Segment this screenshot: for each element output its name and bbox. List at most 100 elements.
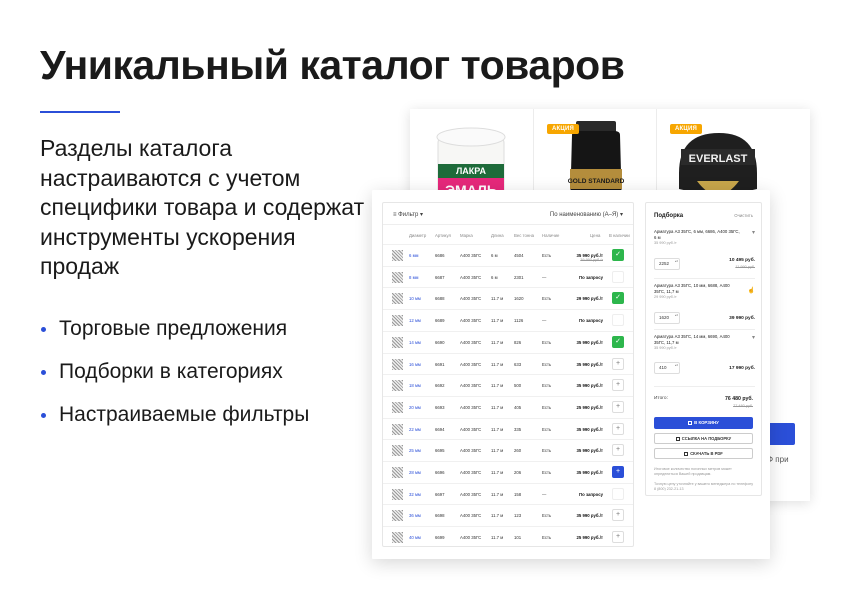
selection-item: Арматура А3 35ГС, 10 мм, 6688, А400 35ГС… <box>654 283 755 324</box>
chevron-down-icon[interactable]: ▾ <box>752 334 755 341</box>
table-row[interactable]: 25 мм 6695 А400 35ГС 11.7 м 260 Есть 35 990 ру… <box>383 439 633 461</box>
cell-price: 35 990 руб./т <box>576 339 603 345</box>
cell-diameter[interactable]: 22 мм <box>409 427 421 432</box>
divider <box>654 329 755 330</box>
table-row[interactable]: 28 мм 6696 А400 35ГС 11.7 м 206 Есть 35 990 ру… <box>383 461 633 483</box>
cell-weight: 405 <box>514 404 522 410</box>
add-to-selection-button[interactable]: + <box>612 466 624 478</box>
manager-note: Точную цену уточняйте у вашего менеджера… <box>654 482 754 491</box>
cell-article: 6695 <box>435 448 445 454</box>
added-check-icon[interactable]: ✓ <box>612 335 624 348</box>
filter-button[interactable]: ≡ Фильтр ▾ <box>393 211 423 218</box>
table-row[interactable]: 14 мм 6690 А400 35ГС 11.7 м 826 Есть 35 990 ру… <box>383 330 633 353</box>
download-pdf-button[interactable]: СКАЧАТЬ В PDF <box>654 448 753 459</box>
add-to-selection-button[interactable]: + <box>612 509 624 522</box>
cell-mark: А400 35ГС <box>460 274 482 280</box>
selection-item: Арматура А3 35ГС, 6 мм, 6686, А400 35ГС,… <box>654 229 755 270</box>
cell-diameter[interactable]: 20 мм <box>409 405 421 410</box>
product-text-tail: Ф при <box>767 455 789 464</box>
added-check-icon[interactable]: ✓ <box>612 249 624 261</box>
item-unit-price: 35 990 руб./т <box>654 241 677 246</box>
cell-diameter[interactable]: 6 мм <box>409 253 419 258</box>
rebar-thumbnail <box>392 336 403 348</box>
selection-title: Подборка <box>654 213 684 219</box>
cell-diameter[interactable]: 10 мм <box>409 296 421 301</box>
header-weight[interactable]: Вес тонна <box>514 233 534 238</box>
disabled-add-button <box>612 487 624 500</box>
add-to-selection-button[interactable]: + <box>612 400 624 413</box>
header-price[interactable]: Цена <box>590 233 600 238</box>
item-name: Арматура А3 35ГС, 10 мм, 6688, А400 35ГС… <box>654 283 730 294</box>
cell-diameter[interactable]: 8 мм <box>409 275 419 280</box>
quantity-stepper[interactable]: 410 <box>654 362 680 374</box>
cell-availability: Есть <box>542 535 552 541</box>
cursor-hand-icon: ☝ <box>747 288 755 294</box>
cell-price: 29 990 руб./т <box>576 296 603 302</box>
cell-mark: А400 35ГС <box>460 513 482 519</box>
cell-length: 11.7 м <box>491 404 504 410</box>
cell-length: 11.7 м <box>491 318 504 324</box>
cell-diameter[interactable]: 28 мм <box>409 470 421 475</box>
header-article[interactable]: Артикул <box>435 233 451 238</box>
chevron-down-icon[interactable]: ▾ <box>752 229 755 236</box>
header-mark[interactable]: Марка <box>460 233 473 238</box>
header-diameter[interactable]: Диаметр <box>409 233 426 238</box>
table-row[interactable]: 6 мм 6686 А400 35ГС 6 м 4504 Есть 35 990 руб./… <box>383 244 633 266</box>
cell-diameter[interactable]: 36 мм <box>409 513 421 518</box>
added-check-icon[interactable]: ✓ <box>612 292 624 305</box>
catalog-table: ≡ Фильтр ▾ По наименованию (А–Я) ▾ Диаме… <box>382 202 634 547</box>
add-to-selection-button[interactable]: + <box>612 357 624 370</box>
clear-selection-link[interactable]: Очистить <box>734 213 753 218</box>
cell-diameter[interactable]: 40 мм <box>409 535 421 540</box>
cell-article: 6697 <box>435 491 445 497</box>
cell-availability: Есть <box>542 253 552 258</box>
cell-price: 35 990 руб./т <box>576 383 603 389</box>
cell-diameter[interactable]: 16 мм <box>409 362 421 367</box>
disabled-add-button <box>612 270 624 283</box>
table-row[interactable]: 22 мм 6694 А400 35ГС 11.7 м 335 Есть 35 990 ру… <box>383 417 633 440</box>
rebar-thumbnail <box>392 510 403 522</box>
cell-mark: А400 35ГС <box>460 491 482 497</box>
table-row[interactable]: 32 мм 6697 А400 35ГС 11.7 м 158 — По запросу <box>383 482 633 505</box>
cell-length: 11.7 м <box>491 491 504 497</box>
item-price: 17 990 руб. <box>729 366 755 371</box>
item-unit-price: 29 990 руб./т <box>654 295 677 300</box>
table-row[interactable]: 20 мм 6693 А400 35ГС 11.7 м 405 Есть 25 990 ру… <box>383 395 633 418</box>
selection-note: Итоговое количество погонных метров може… <box>654 467 732 476</box>
cell-price: 35 990 руб./т <box>576 470 603 475</box>
header-availability[interactable]: Наличие <box>542 233 559 238</box>
cell-article: 6690 <box>435 339 445 345</box>
header-length[interactable]: Длина <box>491 233 504 238</box>
cell-article: 6686 <box>435 253 445 258</box>
cell-diameter[interactable]: 32 мм <box>409 492 421 497</box>
quantity-stepper[interactable]: 1620 <box>654 312 680 324</box>
table-row[interactable]: 16 мм 6691 А400 35ГС 11.7 м 633 Есть 35 990 ру… <box>383 352 633 375</box>
cell-price: 35 990 руб./т <box>576 448 603 454</box>
cell-diameter[interactable]: 12 мм <box>409 318 421 323</box>
table-row[interactable]: 40 мм 6699 А400 35ГС 11.7 м 101 Есть 25 990 ру… <box>383 526 633 546</box>
disabled-add-button <box>612 314 624 327</box>
cell-availability: — <box>542 274 547 280</box>
cell-diameter[interactable]: 14 мм <box>409 340 421 345</box>
add-to-selection-button[interactable]: + <box>612 531 624 544</box>
cell-availability: — <box>542 491 547 497</box>
cell-diameter[interactable]: 18 мм <box>409 383 421 388</box>
quantity-stepper[interactable]: 2252 <box>654 258 680 270</box>
table-row[interactable]: 18 мм 6692 А400 35ГС 11.7 м 500 Есть 35 990 ру… <box>383 374 633 396</box>
cell-availability: Есть <box>542 296 552 302</box>
header-in-stock[interactable]: В наличии <box>609 233 630 238</box>
feature-item: Подборки в категориях <box>40 356 340 387</box>
sort-select[interactable]: По наименованию (А–Я) ▾ <box>550 211 623 218</box>
cell-article: 6689 <box>435 318 445 324</box>
table-row[interactable]: 8 мм 6687 А400 35ГС 6 м 2301 — По запросу <box>383 265 633 288</box>
copy-link-button[interactable]: ССЫЛКА НА ПОДБОРКУ <box>654 433 753 444</box>
add-to-selection-button[interactable]: + <box>612 422 624 435</box>
add-to-selection-button[interactable]: + <box>612 379 624 392</box>
cell-diameter[interactable]: 25 мм <box>409 448 421 453</box>
table-row[interactable]: 36 мм 6698 А400 35ГС 11.7 м 123 Есть 35 990 ру… <box>383 504 633 526</box>
table-row[interactable]: 12 мм 6689 А400 35ГС 11.7 м 1126 — По запросу <box>383 309 633 331</box>
add-to-selection-button[interactable]: + <box>612 444 624 457</box>
add-to-cart-button[interactable]: В КОРЗИНУ <box>654 417 753 429</box>
table-row[interactable]: 10 мм 6688 А400 35ГС 11.7 м 1620 Есть 29 990 р… <box>383 287 633 309</box>
cell-length: 6 м <box>491 253 498 258</box>
